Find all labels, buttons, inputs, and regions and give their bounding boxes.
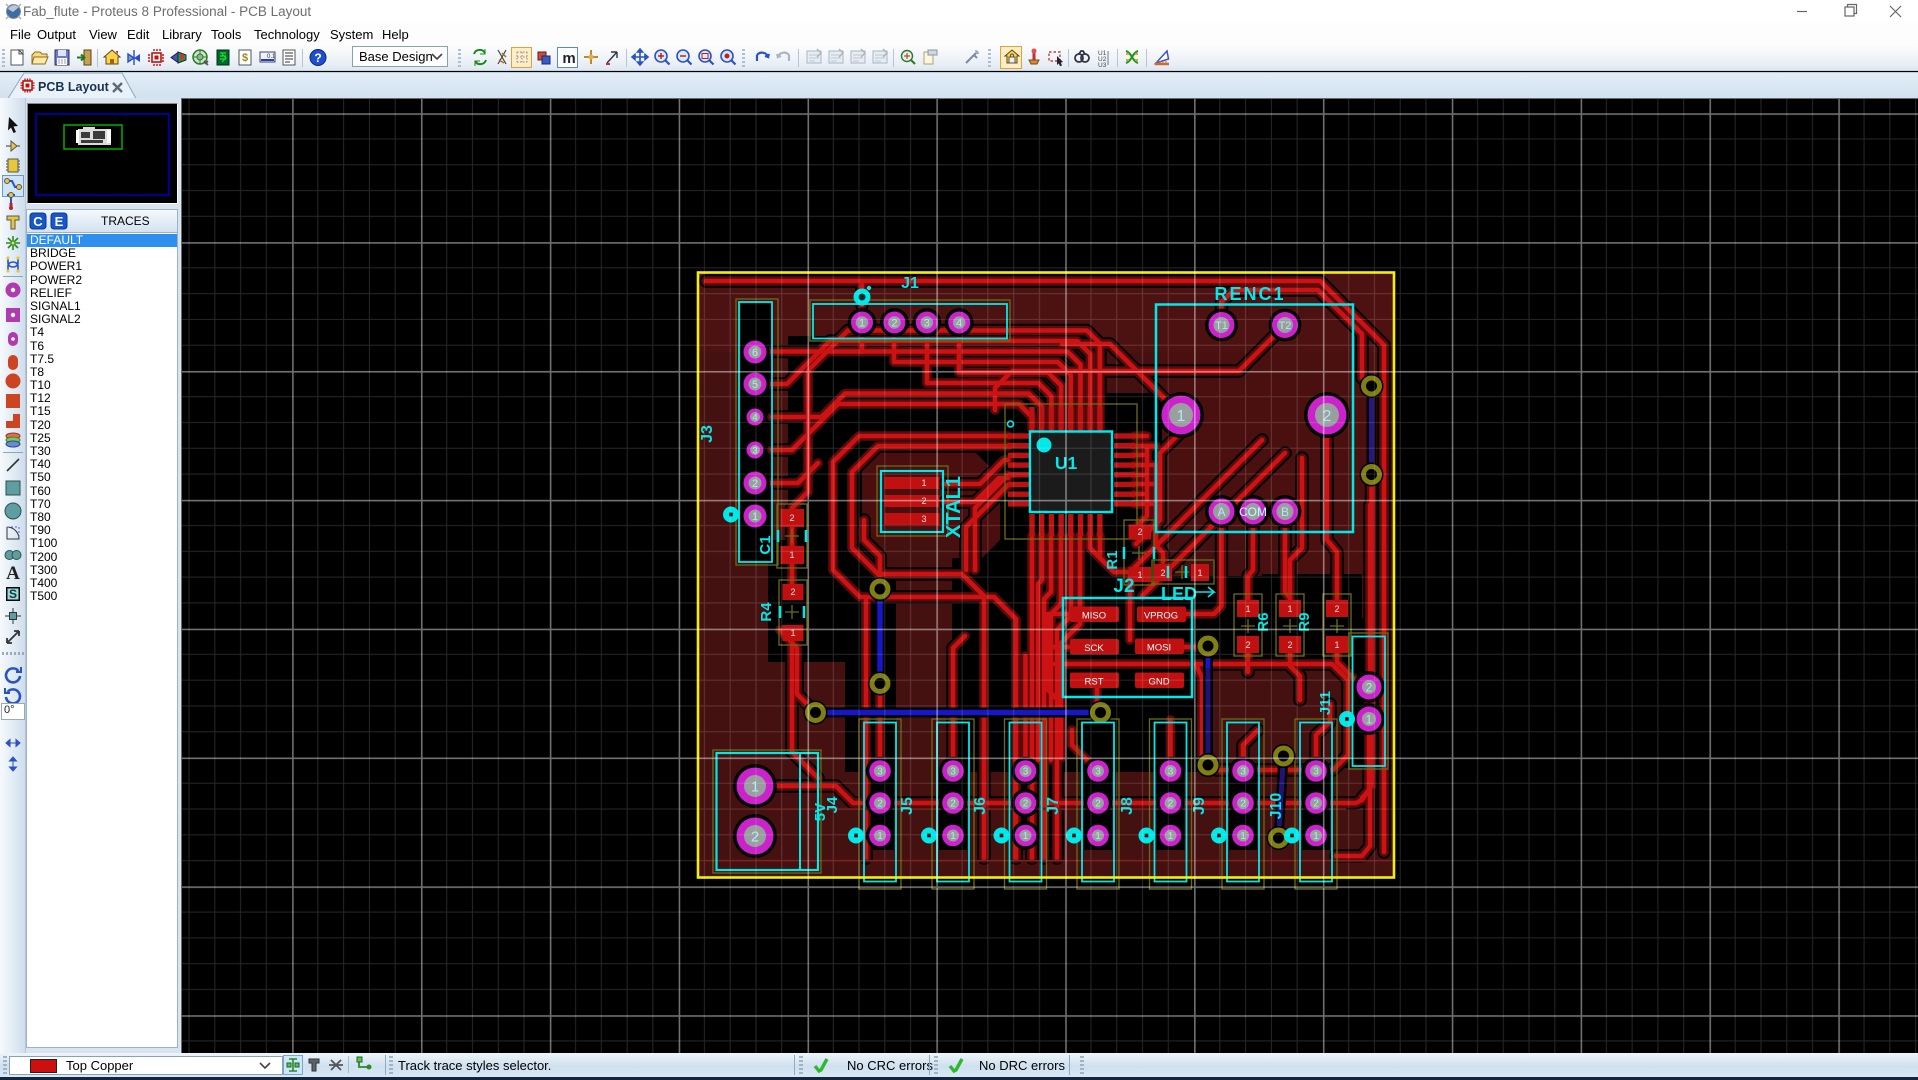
svg-text:?: ? [314, 51, 321, 65]
svg-text:U3: U3 [1098, 62, 1107, 69]
svg-text:E: E [55, 214, 64, 229]
svg-text:A: A [6, 563, 20, 582]
svg-text:C: C [33, 214, 43, 229]
svg-text:S: S [9, 587, 17, 601]
svg-text:$: $ [242, 52, 248, 64]
svg-text:0.1: 0.1 [267, 54, 276, 60]
svg-text:m: m [562, 50, 575, 67]
